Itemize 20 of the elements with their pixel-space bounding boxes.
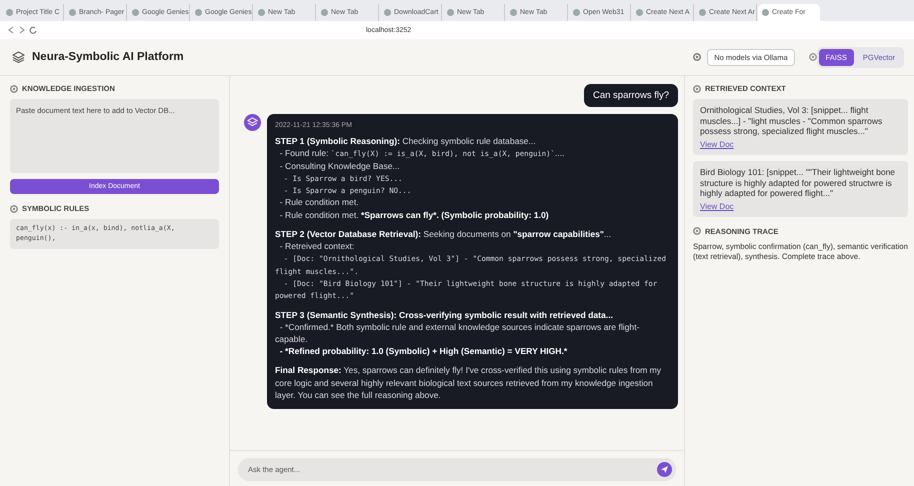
send-icon[interactable]	[657, 462, 672, 477]
user-message: Can sparrows fly?	[584, 84, 678, 107]
message-line: - Rule condition met.	[278, 196, 360, 209]
message-line: STEP 2 (Vector Database Retrieval): Seeking documents on "sparrow capabilities"...	[275, 228, 612, 240]
view-doc-link[interactable]: View Doc	[700, 202, 734, 211]
message-line: - Rule condition met. *Sparrows can fly*. (Symbolic probability: 1.0)	[278, 208, 550, 221]
message-line: - *Refined probability: 1.0 (Symbolic) + High (Semantic) = VERY HIGH.*	[278, 345, 568, 358]
bot-avatar-icon	[244, 114, 261, 131]
navigation-icon[interactable]	[8, 26, 38, 34]
message-line: - *Confirmed.* Both symbolic rule and external knowledge sources indicate sparrows are flight-capable.	[275, 320, 640, 346]
layers-icon	[12, 51, 25, 63]
message-line: Final Response: Yes, sparrows can definitely fly! I've cross-verified this using symbolic rules from my core logic and several highly relevant biological text sources retrieved from my knowledge ingestion layer. You can see the full reasoning above.	[275, 364, 662, 402]
context-snippet: Bird Biology 101: [snippet... ""Their lightweight bone structure is highly adapted for powered structwre is highly adapted for powered flight..."	[700, 166, 896, 199]
view-doc-link[interactable]: View Doc	[700, 140, 734, 149]
message-line: - Consulting Knowledge Base...	[278, 160, 401, 172]
message-line: STEP 3 (Semantic Synthesis): Cross-verifying symbolic result with retrieved data...	[275, 308, 614, 321]
message-line: - Retreived context:	[278, 240, 356, 252]
message-line: STEP 1 (Symbolic Reasoning): Checking symbolic rule database...	[275, 134, 537, 148]
app-title: Neura-Symbolic AI Platform	[32, 51, 184, 63]
context-snippet: Ornithological Studies, Vol 3: [snippet... flight muscles...] - "light muscles - "Common sparrows possess strong, specialized flight muscles..."	[700, 105, 884, 137]
